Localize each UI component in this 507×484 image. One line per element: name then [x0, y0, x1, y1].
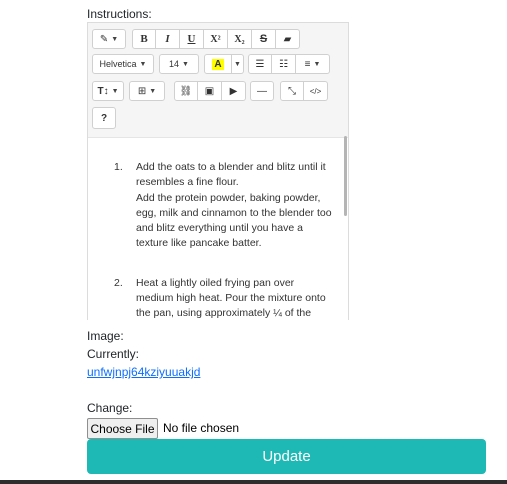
font-size-dropdown[interactable]: 14 ▼ [159, 54, 199, 74]
magic-wand-icon: ✎ [99, 33, 109, 45]
link-button[interactable]: ⛓ [174, 81, 198, 101]
text-color-button[interactable]: A [204, 54, 232, 74]
underline-button[interactable]: U [180, 29, 204, 49]
video-icon: ▶ [229, 85, 238, 97]
change-label: Change: [87, 401, 133, 415]
clear-format-button[interactable]: ▰ [276, 29, 300, 49]
ordered-list-button[interactable]: ☷ [272, 54, 296, 74]
table-button[interactable]: ⊞ ▼ [129, 81, 165, 101]
list-item: 2. Heat a lightly oiled frying pan over … [114, 276, 332, 320]
list-item: 1. Add the oats to a blender and blitz u… [114, 160, 332, 252]
code-view-button[interactable]: </> [304, 81, 328, 101]
picture-button[interactable]: ▣ [198, 81, 222, 101]
image-label: Image: [87, 329, 124, 343]
chevron-down-icon: ▼ [111, 87, 119, 95]
current-file-link[interactable]: unfwjnpj64kziyuuakjd [87, 365, 200, 379]
chevron-down-icon: ▼ [149, 87, 157, 95]
chevron-down-icon: ▼ [182, 60, 189, 68]
video-button[interactable]: ▶ [222, 81, 246, 101]
superscript-button[interactable]: X² [204, 29, 228, 49]
horizontal-rule-button[interactable]: — [250, 81, 274, 101]
instruction-list: 1. Add the oats to a blender and blitz u… [114, 160, 332, 320]
subscript-button[interactable]: X₂ [228, 29, 252, 49]
file-status: No file chosen [163, 421, 240, 435]
fullscreen-button[interactable]: ⤡ [280, 81, 304, 101]
eraser-icon: ▰ [283, 33, 292, 45]
unordered-list-button[interactable]: ☰ [248, 54, 272, 74]
fullscreen-icon: ⤡ [288, 85, 296, 97]
italic-button[interactable]: I [156, 29, 180, 49]
code-icon: </> [309, 86, 322, 96]
link-icon: ⛓ [179, 85, 193, 97]
chevron-down-icon: ▼ [313, 60, 321, 68]
bullet-list-icon: ☰ [255, 58, 265, 70]
line-height-icon: T↕ [97, 85, 109, 97]
list-item-text: Add the oats to a blender and blitz unti… [136, 161, 326, 189]
bold-button[interactable]: B [132, 29, 156, 49]
line-height-button[interactable]: T↕ ▼ [92, 81, 124, 101]
help-button[interactable]: ? [92, 107, 116, 129]
list-item-text: Add the protein powder, baking powder, e… [136, 191, 332, 250]
paragraph-button[interactable]: ≡ ▼ [296, 54, 330, 74]
table-icon: ⊞ [137, 85, 147, 97]
color-dropdown-button[interactable]: ▼ [232, 54, 244, 74]
image-icon: ▣ [204, 85, 215, 97]
rich-text-editor: ✎ ▼ B I U X² X₂ S ▰ Helvetica ▼ 14 ▼ A ▼ ☰ … [87, 22, 349, 320]
list-number: 2. [114, 276, 123, 289]
currently-label: Currently: [87, 347, 140, 361]
list-number: 1. [114, 161, 123, 173]
choose-file-button[interactable]: Choose File [87, 418, 158, 439]
editor-content[interactable]: 1. Add the oats to a blender and blitz u… [88, 137, 348, 320]
numbered-list-icon: ☷ [279, 58, 288, 70]
font-family-value: Helvetica [99, 59, 137, 69]
align-icon: ≡ [304, 58, 311, 70]
list-item-text: Heat a lightly oiled frying pan over med… [136, 276, 326, 320]
horizontal-rule-icon: — [257, 85, 267, 97]
style-button[interactable]: ✎ ▼ [92, 29, 126, 49]
update-button[interactable]: Update [87, 439, 486, 474]
instructions-label: Instructions: [87, 7, 152, 21]
bottom-bar [0, 480, 507, 484]
editor-scrollbar[interactable] [344, 136, 347, 216]
chevron-down-icon: ▼ [111, 35, 119, 43]
help-icon: ? [100, 112, 108, 124]
highlight-letter: A [212, 58, 224, 70]
font-family-dropdown[interactable]: Helvetica ▼ [92, 54, 154, 74]
strikethrough-button[interactable]: S [252, 29, 276, 49]
font-size-value: 14 [169, 59, 180, 69]
chevron-down-icon: ▼ [234, 60, 241, 68]
chevron-down-icon: ▼ [139, 60, 147, 68]
